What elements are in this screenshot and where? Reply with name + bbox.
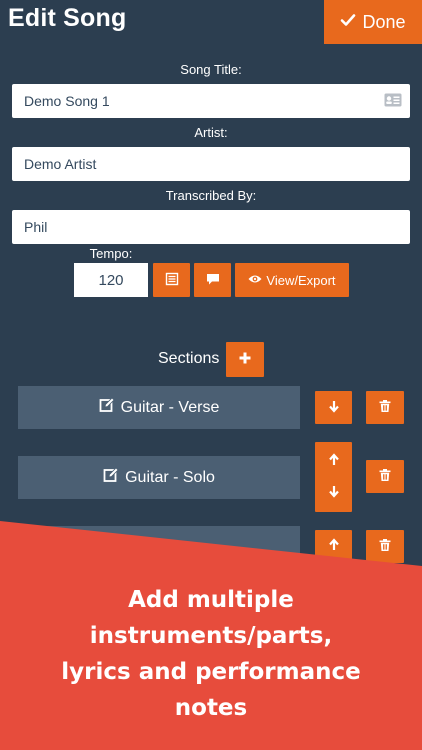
done-button[interactable]: Done (324, 0, 422, 44)
view-export-label: View/Export (266, 272, 336, 288)
contact-card-icon (384, 93, 402, 107)
song-title-label: Song Title: (180, 62, 242, 77)
transcribed-by-field[interactable]: Phil (12, 210, 410, 244)
trash-icon (378, 468, 392, 485)
page-title: Edit Song (8, 4, 127, 32)
section-item[interactable]: Guitar - Solo (18, 456, 300, 499)
section-item[interactable] (18, 526, 300, 569)
tempo-value: 120 (98, 271, 124, 289)
tempo-field[interactable]: 120 (74, 263, 148, 297)
add-section-button[interactable] (226, 342, 264, 377)
edit-icon (99, 397, 115, 418)
promo-text: Add multiple instruments/parts, lyrics a… (61, 587, 361, 721)
list-icon (165, 272, 179, 289)
transcribed-by-value: Phil (24, 219, 48, 235)
arrow-up-icon[interactable] (327, 453, 341, 470)
delete-section-button[interactable] (366, 530, 404, 563)
done-label: Done (362, 11, 406, 32)
song-title-field[interactable]: Demo Song 1 (12, 84, 410, 118)
section-label: Guitar - Solo (125, 468, 215, 486)
sections-label: Sections (158, 350, 220, 367)
trash-icon (378, 538, 392, 555)
section-item[interactable]: Guitar - Verse (18, 386, 300, 429)
artist-field[interactable]: Demo Artist (12, 147, 410, 181)
notes-button[interactable] (194, 263, 231, 297)
move-down-button[interactable] (315, 391, 352, 424)
eye-icon (248, 272, 262, 289)
edit-icon (103, 467, 119, 488)
artist-value: Demo Artist (24, 156, 97, 172)
list-button[interactable] (153, 263, 190, 297)
song-title-value: Demo Song 1 (24, 93, 110, 109)
comment-icon (206, 272, 220, 289)
delete-section-button[interactable] (366, 391, 404, 424)
move-up-down-button[interactable] (315, 442, 352, 512)
move-up-button[interactable] (315, 530, 352, 563)
arrow-down-icon[interactable] (327, 484, 341, 501)
section-label: Guitar - Verse (120, 398, 220, 416)
arrow-down-icon (327, 399, 341, 416)
plus-icon (238, 351, 252, 368)
arrow-up-icon (327, 538, 341, 555)
delete-section-button[interactable] (366, 460, 404, 493)
artist-label: Artist: (194, 125, 228, 140)
view-export-button[interactable]: View/Export (235, 263, 349, 297)
tempo-label: Tempo: (89, 246, 133, 261)
trash-icon (378, 399, 392, 416)
transcribed-by-label: Transcribed By: (165, 188, 257, 203)
check-icon (340, 12, 356, 33)
top-bar: Edit Song Done (0, 0, 422, 44)
